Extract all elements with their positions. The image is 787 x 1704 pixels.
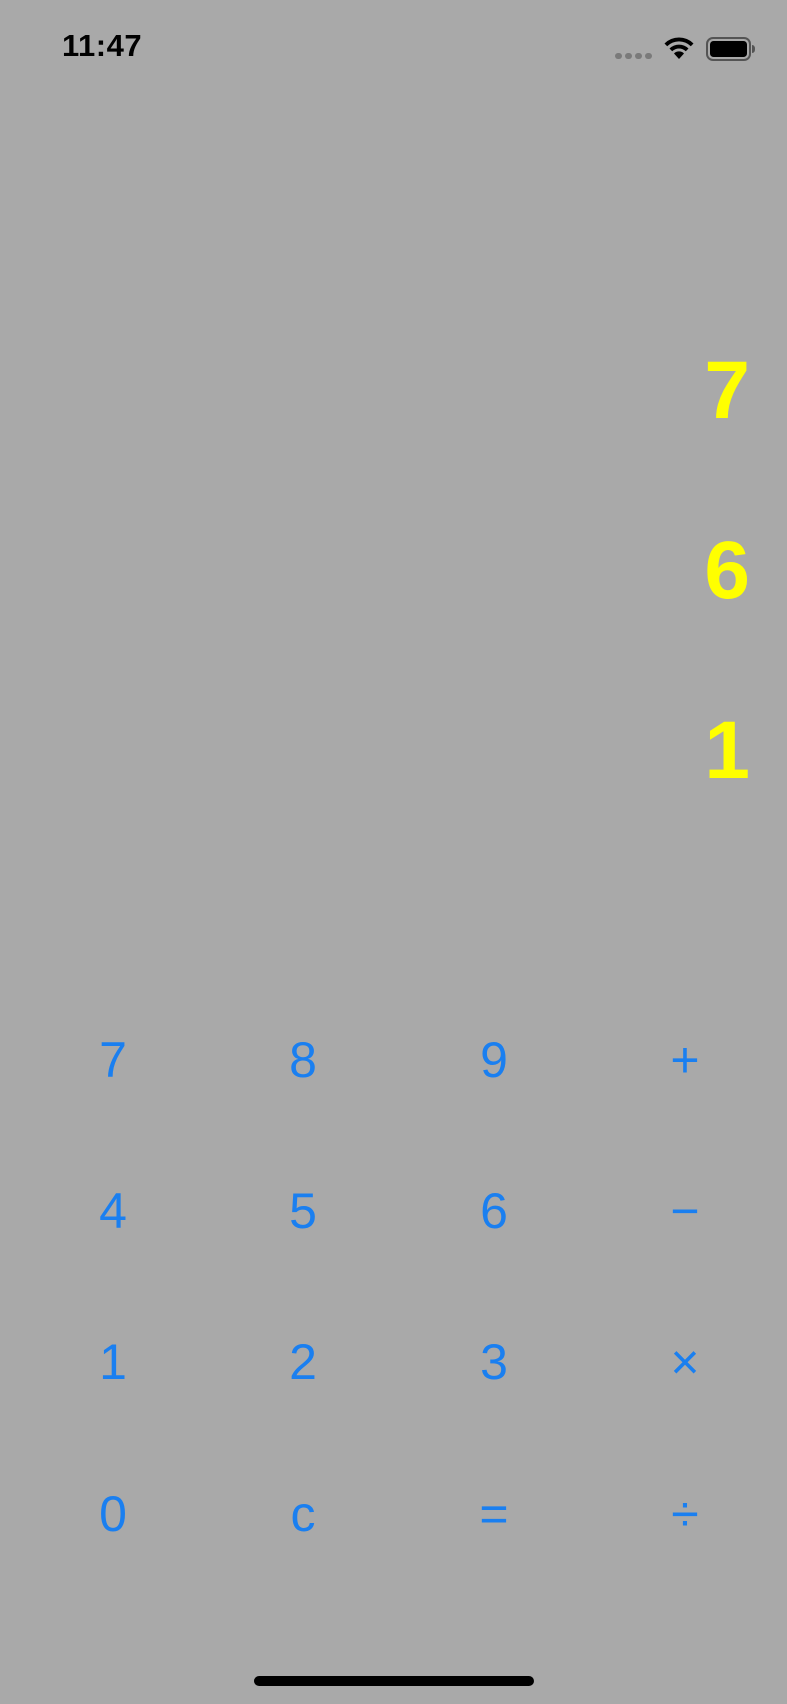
add-button[interactable]: + [610, 1000, 760, 1120]
digit-0-button[interactable]: 0 [38, 1454, 188, 1574]
status-time: 11:47 [62, 28, 143, 63]
digit-8-button[interactable]: 8 [228, 1000, 378, 1120]
digit-3-button[interactable]: 3 [419, 1302, 569, 1422]
battery-icon [706, 37, 755, 61]
digit-1-button[interactable]: 1 [38, 1302, 188, 1422]
digit-7-button[interactable]: 7 [38, 1000, 188, 1120]
wifi-icon [664, 37, 694, 59]
digit-9-button[interactable]: 9 [419, 1000, 569, 1120]
signal-icon [615, 53, 653, 59]
display-line: 7 [704, 345, 750, 436]
multiply-button[interactable]: × [610, 1302, 760, 1422]
clear-button[interactable]: c [228, 1454, 378, 1574]
digit-5-button[interactable]: 5 [228, 1151, 378, 1271]
subtract-button[interactable]: − [610, 1151, 760, 1271]
equals-button[interactable]: = [419, 1454, 569, 1574]
digit-2-button[interactable]: 2 [228, 1302, 378, 1422]
display-line: 1 [704, 705, 750, 796]
digit-6-button[interactable]: 6 [419, 1151, 569, 1271]
status-bar: 11:47 [0, 0, 787, 100]
divide-button[interactable]: ÷ [610, 1454, 760, 1574]
display-line: 6 [704, 525, 750, 616]
home-indicator[interactable] [254, 1676, 534, 1686]
digit-4-button[interactable]: 4 [38, 1151, 188, 1271]
